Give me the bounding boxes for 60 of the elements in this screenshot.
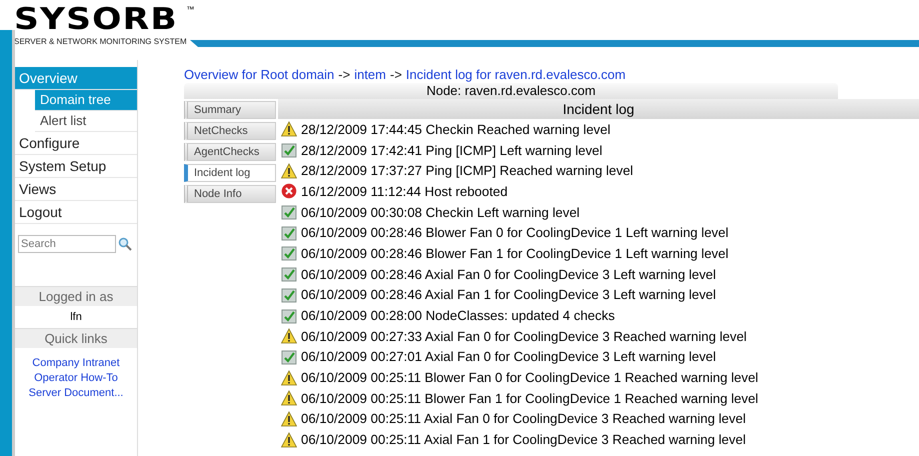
log-entry: 06/10/2009 00:27:33 Axial Fan 0 for CoolingDevice 3 Reached warning level: [301, 328, 747, 344]
log-entry: 16/12/2009 11:12:44 Host rebooted: [301, 184, 508, 199]
log-entry: 28/12/2009 17:37:27 Ping [ICMP] Reached warning level: [301, 163, 634, 178]
log-entry: 06/10/2009 00:28:46 Axial Fan 0 for CoolingDevice 3 Left warning level: [301, 266, 716, 282]
menu-item[interactable]: System Setup: [15, 155, 137, 178]
log-entry: 06/10/2009 00:27:01 Axial Fan 0 for CoolingDevice 3 Left warning level: [301, 349, 716, 364]
menu-item[interactable]: Views: [15, 178, 137, 201]
log-entry: 06/10/2009 00:25:11 Blower Fan 0 for CoolingDevice 1 Reached warning level: [301, 370, 758, 386]
checkmark-icon: [281, 286, 297, 303]
warning-icon: [281, 432, 297, 448]
quick-link[interactable]: Operator How-To: [34, 372, 118, 384]
tab[interactable]: NetChecks: [184, 122, 276, 140]
search-icon[interactable]: [118, 237, 132, 251]
submenu-item[interactable]: Alert list: [35, 111, 137, 132]
logo-tagline: SERVER & NETWORK MONITORING SYSTEM: [14, 37, 188, 46]
breadcrumb-link[interactable]: Overview for Root domain: [184, 67, 334, 82]
log-entry: 06/10/2009 00:30:08 Checkin Left warning level: [301, 204, 580, 220]
checkmark-icon: [281, 266, 297, 282]
checkmark-icon: [281, 142, 297, 158]
log-entry: 06/10/2009 00:28:00 NodeClasses: updated 4 checks: [301, 308, 615, 324]
tab[interactable]: Node Info: [184, 185, 276, 203]
trademark: ™: [186, 5, 194, 14]
tab[interactable]: Incident log: [184, 164, 276, 182]
log-entry: 28/12/2009 17:42:41 Ping [ICMP] Left warning level: [301, 142, 602, 158]
checkmark-icon: [281, 224, 297, 241]
log-entry: 06/10/2009 00:28:46 Axial Fan 1 for CoolingDevice 3 Left warning level: [301, 287, 716, 302]
menu-item[interactable]: Configure: [15, 132, 137, 155]
menu-item[interactable]: Logout: [15, 201, 137, 224]
log-heading: Incident log: [278, 99, 919, 119]
log-entry: 06/10/2009 00:28:46 Blower Fan 0 for CoolingDevice 1 Left warning level: [301, 225, 728, 240]
checkmark-icon: [281, 308, 297, 324]
breadcrumb-link[interactable]: intem: [354, 67, 386, 82]
quick-link[interactable]: Company Intranet: [32, 357, 120, 369]
quick-link[interactable]: Server Document...: [28, 387, 124, 399]
log-entry: 06/10/2009 00:28:46 Blower Fan 1 for CoolingDevice 1 Left warning level: [301, 246, 728, 261]
checkmark-icon: [281, 348, 297, 365]
checkmark-icon: [281, 245, 297, 262]
log-entry: 06/10/2009 00:25:11 Axial Fan 1 for CoolingDevice 3 Reached warning level: [301, 432, 746, 448]
log-entry: 06/10/2009 00:25:11 Axial Fan 0 for CoolingDevice 3 Reached warning level: [301, 411, 746, 426]
breadcrumb-separator: ->: [338, 67, 350, 82]
warning-icon: [281, 370, 297, 386]
warning-icon: [281, 162, 297, 179]
warning-icon: [281, 390, 297, 406]
breadcrumb-separator: ->: [390, 67, 402, 82]
logo-wordmark: SYSORB: [14, 5, 178, 35]
breadcrumb-link[interactable]: Incident log for raven.rd.evalesco.com: [406, 67, 626, 82]
warning-icon: [281, 121, 297, 138]
warning-icon: [281, 410, 297, 427]
section-heading: Logged in as: [15, 286, 137, 306]
username: lfn: [69, 310, 83, 325]
log-entry: 06/10/2009 00:25:11 Blower Fan 1 for CoolingDevice 1 Reached warning level: [301, 390, 758, 406]
checkmark-icon: [281, 204, 297, 220]
section-heading: Quick links: [15, 328, 137, 348]
node-title: Node: raven.rd.evalesco.com: [184, 83, 838, 99]
error-icon: [281, 183, 297, 200]
search-field[interactable]: Search: [18, 235, 116, 253]
tab[interactable]: AgentChecks: [184, 143, 276, 161]
tab[interactable]: Summary: [184, 101, 276, 119]
warning-icon: [281, 328, 297, 344]
log-entry: 28/12/2009 17:44:45 Checkin Reached warning level: [301, 122, 610, 137]
